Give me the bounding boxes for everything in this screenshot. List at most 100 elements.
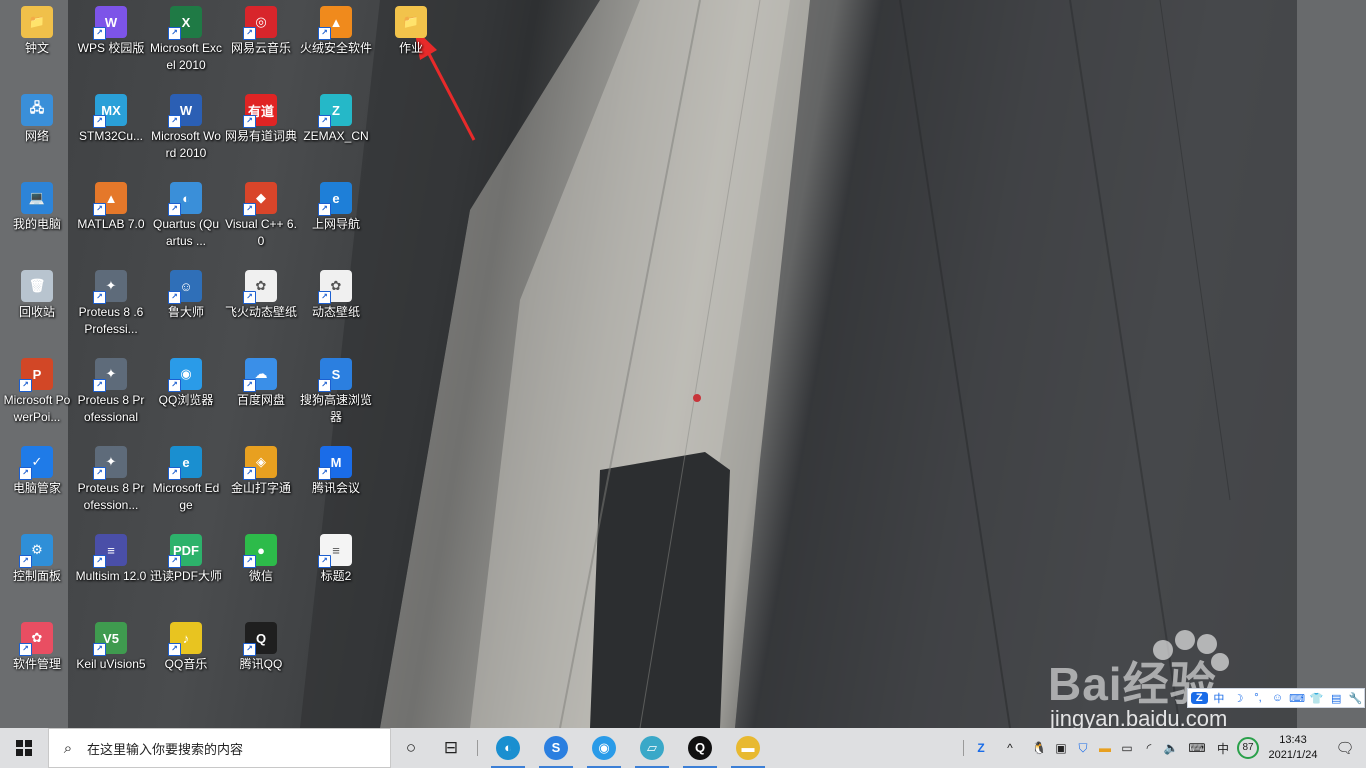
start-button[interactable]: [0, 728, 48, 768]
desktop-icon[interactable]: e ↗ Microsoft Edge: [149, 440, 223, 526]
notification-center-button[interactable]: 🗨: [1324, 739, 1366, 757]
folder-tray-icon[interactable]: ▬: [1094, 741, 1116, 755]
desktop-icon[interactable]: ▲ ↗ 火绒安全软件: [299, 0, 373, 86]
desktop-icon[interactable]: X ↗ Microsoft Excel 2010: [149, 0, 223, 86]
shortcut-arrow-icon: ↗: [93, 643, 106, 656]
desktop-icon[interactable]: ✿ ↗ 飞火动态壁纸: [224, 264, 298, 350]
keyboard-icon[interactable]: ⌨: [1182, 741, 1212, 755]
desktop-icon-label: WPS 校园版: [77, 41, 145, 55]
ime-item[interactable]: °,: [1250, 692, 1267, 704]
cortana-button[interactable]: ○: [391, 728, 431, 768]
taskbar-app-button[interactable]: ▬: [724, 728, 772, 768]
desktop-icon[interactable]: M ↗ 腾讯会议: [299, 440, 373, 526]
desktop-icon[interactable]: ● ↗ 微信: [224, 528, 298, 614]
ime-item[interactable]: ▤: [1328, 692, 1345, 705]
powerpoint-icon: P ↗: [19, 358, 53, 392]
ime-floating-toolbar[interactable]: Z 中 ☽ °, ☺ ⌨ 👕 ▤ 🔧: [1187, 688, 1365, 708]
desktop-icon[interactable]: W ↗ Microsoft Word 2010: [149, 88, 223, 174]
desktop-icon[interactable]: ✦ ↗ Proteus 8 Profession...: [74, 440, 148, 526]
volume-icon[interactable]: 🔈: [1160, 741, 1182, 755]
taskbar-app-button[interactable]: ▱: [628, 728, 676, 768]
desktop-icon[interactable]: S ↗ 搜狗高速浏览器: [299, 352, 373, 438]
desktop-icon[interactable]: MX ↗ STM32Cu...: [74, 88, 148, 174]
battery-percent-badge[interactable]: 87: [1234, 737, 1262, 759]
shortcut-arrow-icon: ↗: [318, 27, 331, 40]
desktop-icon[interactable]: 💻 我的电脑: [0, 176, 74, 262]
desktop-icon[interactable]: ✦ ↗ Proteus 8 Professional: [74, 352, 148, 438]
control-panel-icon: ⚙ ↗: [19, 534, 53, 568]
desktop-icon[interactable]: W ↗ WPS 校园版: [74, 0, 148, 86]
desktop-icon[interactable]: ≡ ↗ 标题2: [299, 528, 373, 614]
desktop-icon[interactable]: ◈ ↗ 金山打字通: [224, 440, 298, 526]
taskbar-clock[interactable]: 13:43 2021/1/24: [1262, 733, 1324, 763]
desktop-icon[interactable]: ▲ ↗ MATLAB 7.0: [74, 176, 148, 262]
shortcut-arrow-icon: ↗: [93, 555, 106, 568]
word-icon: W ↗: [168, 94, 202, 128]
ime-item[interactable]: ⌨: [1289, 692, 1306, 705]
desktop-icon[interactable]: 🖧 网络: [0, 88, 74, 174]
wifi-icon[interactable]: ◜: [1138, 741, 1160, 755]
desktop-icon[interactable]: Q ↗ 腾讯QQ: [224, 616, 298, 702]
clock-date: 2021/1/24: [1268, 749, 1318, 761]
ime-item[interactable]: 🔧: [1348, 692, 1365, 705]
ime-item[interactable]: ☺: [1269, 692, 1286, 704]
qq-browser-icon: ◉: [592, 736, 616, 760]
battery-icon[interactable]: ▭: [1116, 741, 1138, 755]
desktop-icon[interactable]: P ↗ Microsoft PowerPoi...: [0, 352, 74, 438]
ime-tray-icon[interactable]: Z: [970, 741, 992, 755]
file-explorer-icon: ▬: [736, 736, 760, 760]
shortcut-arrow-icon: ↗: [243, 27, 256, 40]
taskbar-app-button[interactable]: S: [532, 728, 580, 768]
taskbar-search-box[interactable]: ⌕ 在这里输入你要搜索的内容: [48, 728, 391, 768]
task-view-button[interactable]: ⊟: [431, 728, 471, 768]
desktop-icon[interactable]: ♪ ↗ QQ音乐: [149, 616, 223, 702]
shortcut-arrow-icon: ↗: [168, 203, 181, 216]
desktop-icon[interactable]: ◎ ↗ 网易云音乐: [224, 0, 298, 86]
desktop-icon[interactable]: ☺ ↗ 鲁大师: [149, 264, 223, 350]
security-shield-icon[interactable]: ⛉: [1072, 741, 1094, 756]
desktop-icon[interactable]: ⚙ ↗ 控制面板: [0, 528, 74, 614]
system-tray: Z ^ 🐧 ▣ ⛉ ▬ ▭ ◜ 🔈 ⌨ 中 87 13:43 2021/1/24…: [957, 728, 1366, 768]
ime-logo-icon[interactable]: Z: [1191, 692, 1208, 704]
search-icon: ⌕: [63, 739, 73, 757]
taskbar-app-button[interactable]: Q: [676, 728, 724, 768]
taskbar-app-button[interactable]: ◉: [580, 728, 628, 768]
qq-icon: Q ↗: [243, 622, 277, 656]
qq-tray-icon[interactable]: 🐧: [1028, 741, 1050, 755]
clock-time: 13:43: [1279, 734, 1307, 746]
zemax-icon: Z ↗: [318, 94, 352, 128]
desktop-icon[interactable]: ◆ ↗ Visual C++ 6.0: [224, 176, 298, 262]
desktop-icon[interactable]: ◐ ↗ Quartus (Quartus ...: [149, 176, 223, 262]
desktop-icon[interactable]: 📁 钟文: [0, 0, 74, 86]
desktop-icon[interactable]: ☁ ↗ 百度网盘: [224, 352, 298, 438]
baidu-netdisk-icon: ☁ ↗: [243, 358, 277, 392]
desktop-icon[interactable]: V5 ↗ Keil uVision5: [74, 616, 148, 702]
desktop-icon[interactable]: ◉ ↗ QQ浏览器: [149, 352, 223, 438]
desktop-icon[interactable]: ✓ ↗ 电脑管家: [0, 440, 74, 526]
recycle-bin-icon: 🗑: [21, 270, 53, 302]
desktop-icon-label: Microsoft Word 2010: [151, 129, 221, 160]
ime-item[interactable]: 中: [1211, 690, 1228, 706]
huorong-icon: ▲ ↗: [318, 6, 352, 40]
desktop-icon[interactable]: ✿ ↗ 软件管理: [0, 616, 74, 702]
ime-item[interactable]: 👕: [1308, 692, 1325, 705]
removable-drive-icon[interactable]: ▣: [1050, 741, 1072, 755]
desktop-icon[interactable]: ✦ ↗ Proteus 8 .6Professi...: [74, 264, 148, 350]
desktop-icon[interactable]: ≡ ↗ Multisim 12.0: [74, 528, 148, 614]
desktop-icon[interactable]: 🗑 回收站: [0, 264, 74, 350]
desktop-icon[interactable]: ✿ ↗ 动态壁纸: [299, 264, 373, 350]
taskbar-app-button[interactable]: ◐: [484, 728, 532, 768]
desktop-icon[interactable]: Z ↗ ZEMAX_CN: [299, 88, 373, 174]
folder-icon: 📁: [395, 6, 427, 38]
ime-language-indicator[interactable]: 中: [1212, 740, 1234, 757]
desktop-icon[interactable]: PDF ↗ 迅读PDF大师: [149, 528, 223, 614]
desktop-icon[interactable]: 📁 作业: [374, 0, 448, 86]
ime-item[interactable]: ☽: [1230, 692, 1247, 705]
desktop-icon[interactable]: 有道 ↗ 网易有道词典: [224, 88, 298, 174]
show-hidden-icons-button[interactable]: ^: [992, 741, 1028, 755]
desktop-icon-label: Multisim 12.0: [75, 569, 147, 583]
desktop-icon-label: 鲁大师: [167, 305, 204, 319]
desktop-icon-label: 金山打字通: [230, 481, 291, 495]
desktop-icon[interactable]: e ↗ 上网导航: [299, 176, 373, 262]
wps-icon: W ↗: [93, 6, 127, 40]
